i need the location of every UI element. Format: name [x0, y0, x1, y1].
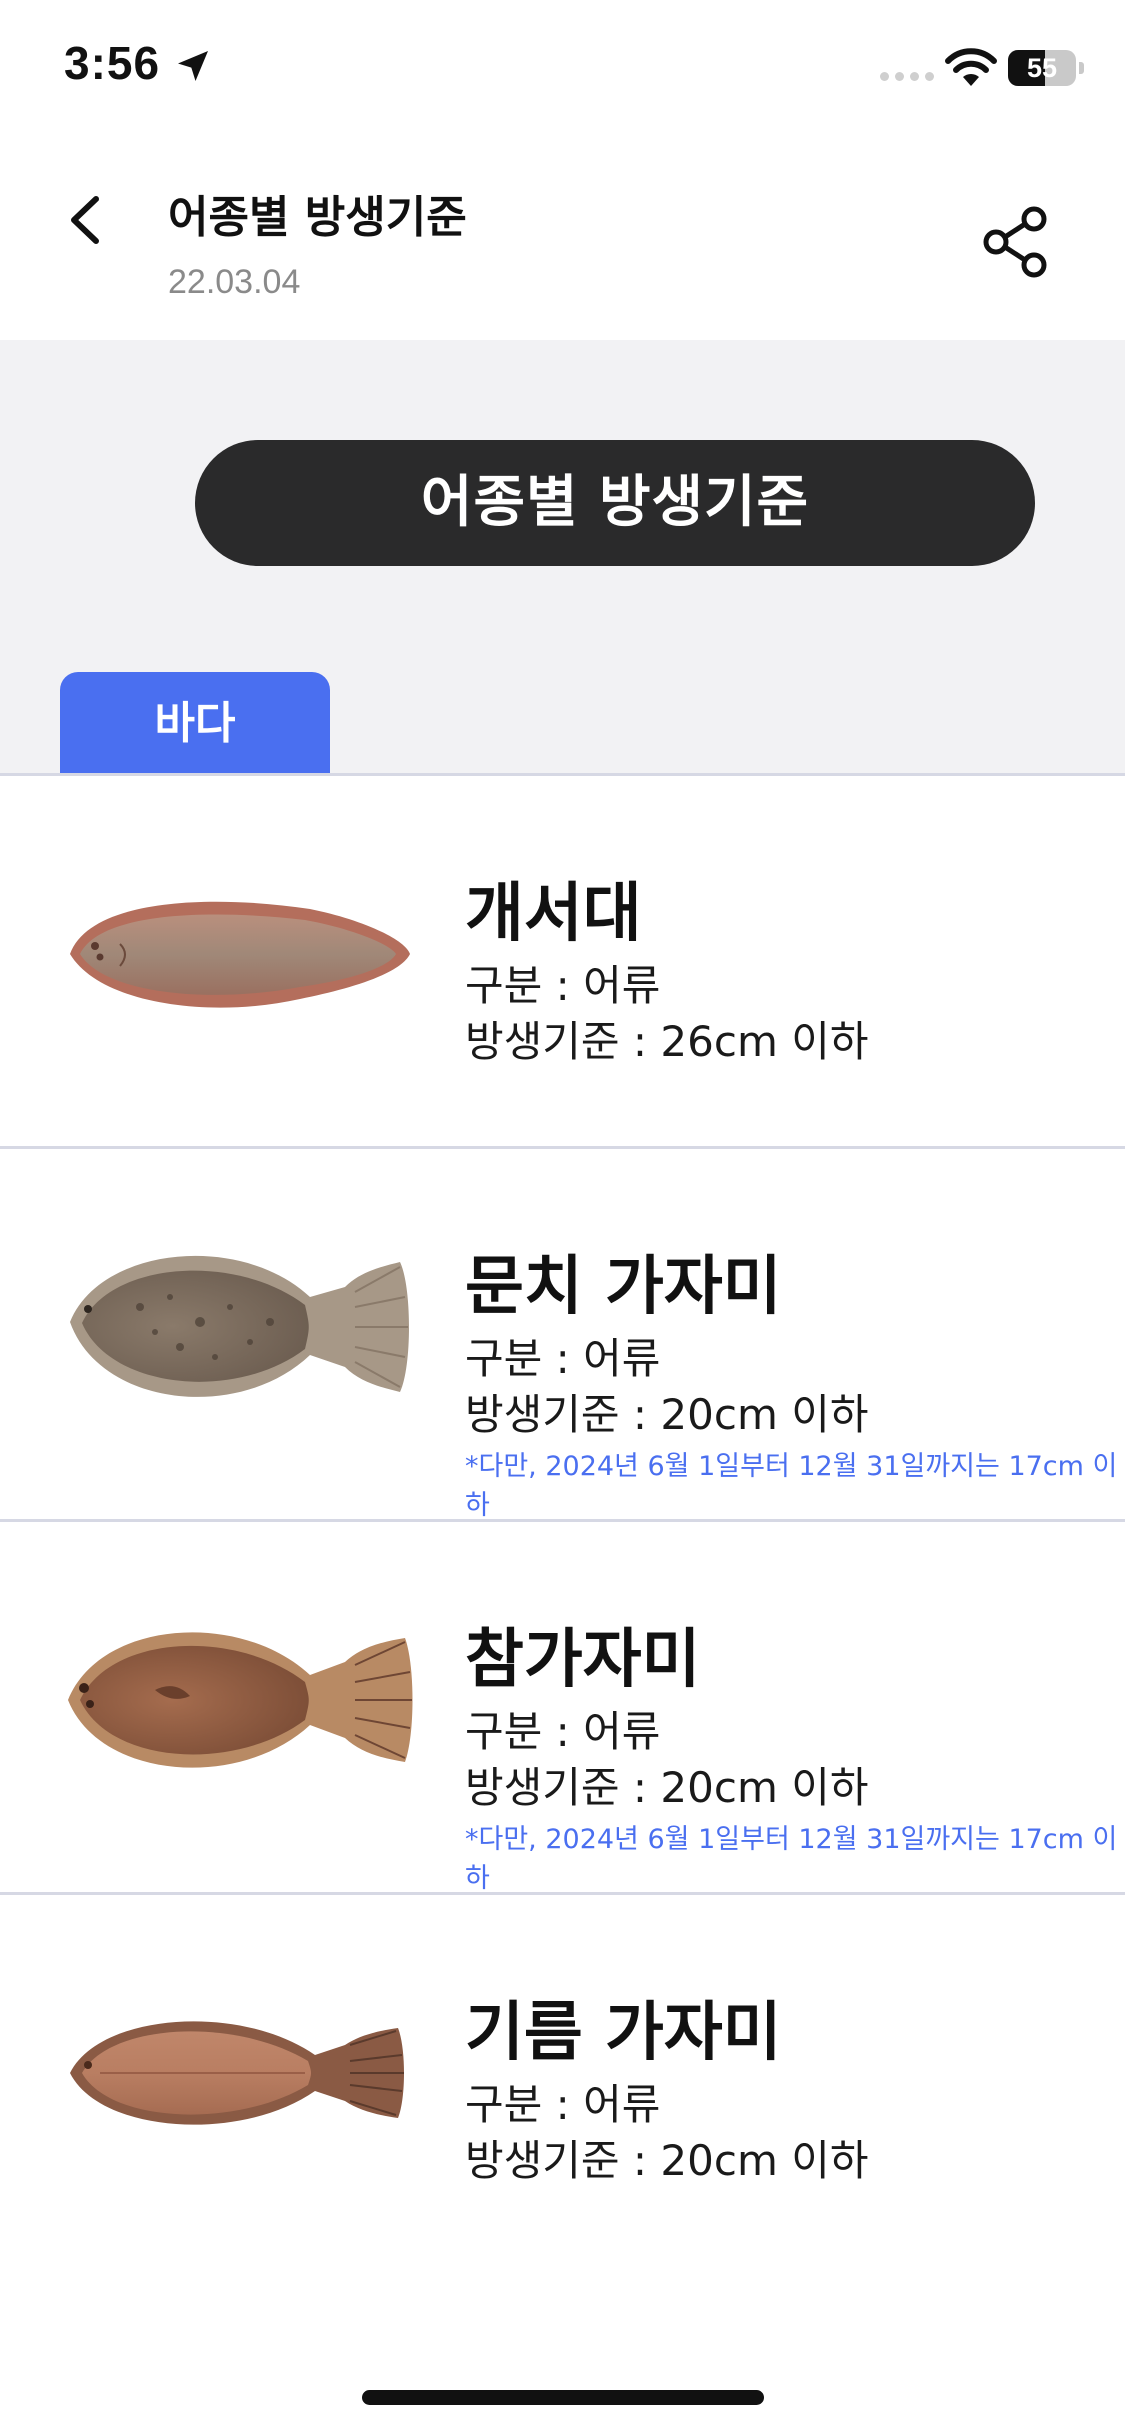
list-item[interactable]: 문치 가자미 구분 : 어류 방생기준 : 20cm 이하 *다만, 2024년… — [0, 1149, 1125, 1522]
banner-section: 어종별 방생기준 바다 — [0, 340, 1125, 775]
battery-cap — [1079, 62, 1084, 74]
slime-flounder-image — [70, 2021, 404, 2125]
fish-category: 구분 : 어류 — [465, 2080, 661, 2129]
fish-note: *다만, 2024년 6월 1일부터 12월 31일까지는 17cm 이하 — [465, 1824, 1118, 1894]
share-icon[interactable] — [980, 205, 1054, 279]
fish-name: 참가자미 — [465, 1623, 701, 1697]
status-bar: 3:56 55 — [0, 0, 1125, 135]
list-item[interactable]: 참가자미 구분 : 어류 방생기준 : 20cm 이하 *다만, 2024년 6… — [0, 1522, 1125, 1895]
marbled-flounder-image — [70, 1255, 409, 1397]
battery-icon: 55 — [1008, 50, 1076, 86]
fish-list: 개서대 구분 : 어류 방생기준 : 26cm 이하 문치 가자미 구분 : 어… — [0, 776, 1125, 2265]
battery-level: 55 — [1026, 53, 1058, 83]
status-time: 3:56 — [64, 37, 161, 89]
fish-category: 구분 : 어류 — [465, 1334, 661, 1383]
fish-standard: 방생기준 : 20cm 이하 — [465, 2136, 869, 2185]
fish-standard: 방생기준 : 26cm 이하 — [465, 1017, 869, 1066]
page-title: 어종별 방생기준 — [168, 192, 467, 243]
fish-name: 문치 가자미 — [465, 1250, 782, 1324]
fish-category: 구분 : 어류 — [465, 1707, 661, 1756]
chevron-left-icon[interactable] — [56, 185, 116, 255]
fish-note: *다만, 2024년 6월 1일부터 12월 31일까지는 17cm 이하 — [465, 1451, 1118, 1521]
location-arrow-icon — [178, 51, 208, 81]
list-item[interactable]: 기름 가자미 구분 : 어류 방생기준 : 20cm 이하 — [0, 1895, 1125, 2265]
tonguefish-image — [70, 901, 410, 1008]
fish-standard: 방생기준 : 20cm 이하 — [465, 1763, 869, 1812]
list-item[interactable]: 개서대 구분 : 어류 방생기준 : 26cm 이하 — [0, 776, 1125, 1149]
banner-title: 어종별 방생기준 — [195, 440, 1035, 566]
fish-name: 개서대 — [465, 877, 642, 951]
brown-sole-image — [68, 1632, 413, 1768]
fish-category: 구분 : 어류 — [465, 961, 661, 1010]
wifi-icon — [945, 48, 997, 86]
home-indicator[interactable] — [362, 2390, 764, 2405]
signal-icon — [880, 72, 934, 81]
fish-standard: 방생기준 : 20cm 이하 — [465, 1390, 869, 1439]
tab-sea[interactable]: 바다 — [60, 672, 330, 775]
fish-name: 기름 가자미 — [465, 1996, 782, 2070]
nav-bar: 어종별 방생기준 22.03.04 — [0, 135, 1125, 340]
page-date: 22.03.04 — [168, 263, 301, 301]
